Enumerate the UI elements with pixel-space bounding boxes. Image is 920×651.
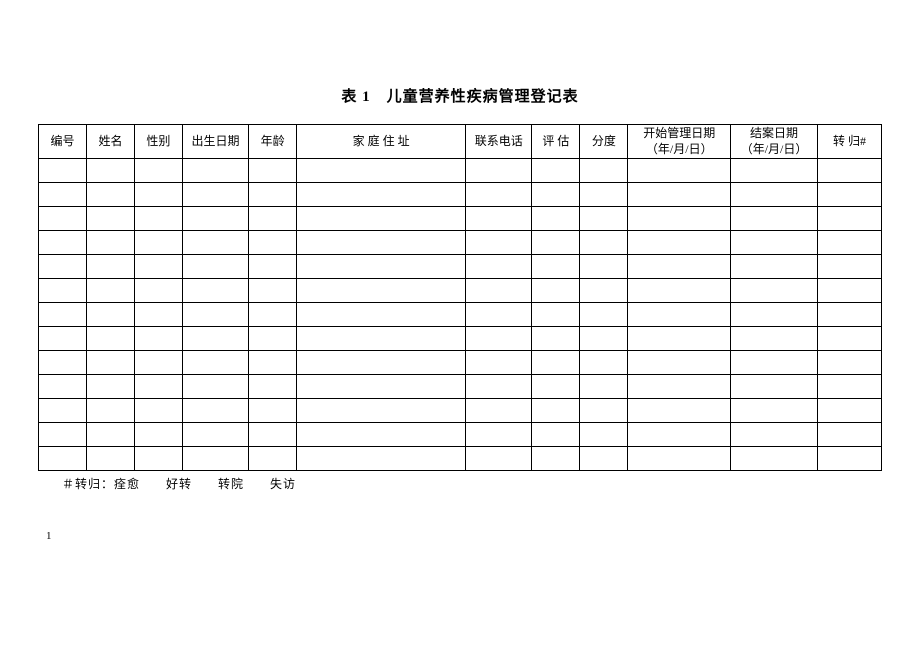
header-close-date-line2: （年/月/日） — [741, 142, 808, 156]
header-id: 编号 — [39, 125, 87, 159]
table-row — [39, 255, 882, 279]
header-outcome: 转 归# — [817, 125, 881, 159]
header-gender: 性别 — [134, 125, 182, 159]
table-row — [39, 303, 882, 327]
table-header-row: 编号 姓名 性别 出生日期 年龄 家 庭 住 址 联系电话 评 估 分度 开始管… — [39, 125, 882, 159]
table-row — [39, 279, 882, 303]
registration-table: 编号 姓名 性别 出生日期 年龄 家 庭 住 址 联系电话 评 估 分度 开始管… — [38, 124, 882, 471]
table-row — [39, 423, 882, 447]
header-phone: 联系电话 — [466, 125, 532, 159]
header-start-date-line2: （年/月/日） — [646, 142, 713, 156]
table-row — [39, 159, 882, 183]
table-row — [39, 207, 882, 231]
header-age: 年龄 — [249, 125, 297, 159]
header-assessment: 评 估 — [532, 125, 580, 159]
header-start-date-line1: 开始管理日期 — [643, 126, 715, 140]
table-row — [39, 231, 882, 255]
header-close-date-line1: 结案日期 — [750, 126, 798, 140]
header-address: 家 庭 住 址 — [297, 125, 466, 159]
footnote: ＃转归：痊愈 好转 转院 失访 — [38, 475, 882, 492]
table-row — [39, 447, 882, 471]
table-row — [39, 327, 882, 351]
table-row — [39, 375, 882, 399]
header-start-date: 开始管理日期 （年/月/日） — [628, 125, 731, 159]
page-number: 1 — [38, 530, 882, 542]
header-close-date: 结案日期 （年/月/日） — [731, 125, 818, 159]
header-birthdate: 出生日期 — [182, 125, 248, 159]
table-row — [39, 351, 882, 375]
table-row — [39, 399, 882, 423]
table-row — [39, 183, 882, 207]
header-degree: 分度 — [580, 125, 628, 159]
header-name: 姓名 — [86, 125, 134, 159]
page-title: 表 1 儿童营养性疾病管理登记表 — [38, 85, 882, 106]
